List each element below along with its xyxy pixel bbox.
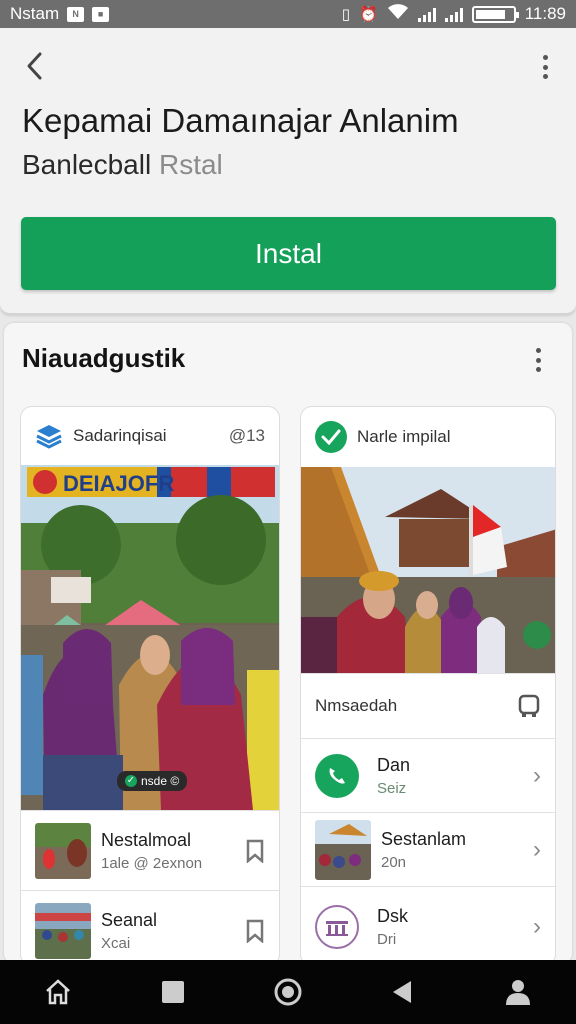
thumbnail-3 [315,819,371,880]
right-list-item-2[interactable]: Sestanlam 20n › [301,812,555,886]
app-header-card: Kepamai Damaınajar Anlanim Banlecball Rs… [0,28,576,314]
right-list-item-1[interactable]: Dan Seiz › [301,738,555,812]
list-item-title: Dsk [377,906,408,926]
carrier-name: Nstam [10,4,60,23]
right-card-header: Narle impilal [301,407,555,467]
right-card[interactable]: Narle impilal Nmsaedah Dan Seiz › Sestan… [300,406,556,966]
list-item-subtitle: Xcai [101,934,131,952]
phone-icon [315,753,359,798]
list-item-subtitle: 20n [381,853,407,871]
app-category: Rstal [158,149,223,180]
navigation-bar [0,960,576,1024]
photo-badge-label: nsde © [141,774,180,788]
list-item-subtitle: 1ale @ 2exnon [101,854,203,872]
layers-icon [36,425,62,449]
section-more-icon[interactable] [531,345,545,375]
right-card-label: Narle impilal [357,427,451,446]
left-card-header: Sadarinqisai @13 [21,407,279,465]
app-title: Kepamai Damaınajar Anlanim [22,102,459,139]
bookmark-icon[interactable] [245,919,265,943]
left-list-item-1[interactable]: Nestalmoal 1ale @ 2exnon [21,810,279,890]
photo-badge: ✓ nsde © [117,771,188,791]
list-item-title: Seanal [101,909,158,930]
list-item-subtitle: Seiz [377,779,407,797]
home-icon[interactable] [38,972,78,1012]
bus-icon[interactable] [517,694,541,718]
event-photo-right-illustration [301,467,555,673]
event-photo-left[interactable]: DEIAJOFR ✓ nsde © [21,465,279,810]
app-developer: Banlecball [22,149,152,180]
signal-icon [417,7,436,22]
thumbnail-1 [35,822,91,879]
right-subheader-label: Nmsaedah [315,696,398,715]
left-card[interactable]: Sadarinqisai @13 DEIAJOFR ✓ nsde © Nesta… [20,406,280,966]
section-title: Niauadgustik [22,343,186,373]
list-item-title: Sestanlam [381,828,467,849]
banner-text: DEIAJOFR [63,471,174,496]
check-icon: ✓ [125,775,137,787]
alarm-icon: ⏰ [359,6,378,23]
wifi-icon [387,4,409,24]
chevron-left-icon [27,52,42,80]
chevron-right-icon: › [533,761,541,789]
list-item-title: Nestalmoal [101,829,192,850]
person-icon[interactable] [498,972,538,1012]
left-card-count: @13 [228,426,265,445]
event-photo-right[interactable] [301,467,555,673]
back-button[interactable] [22,50,50,82]
check-circle-icon [315,421,347,453]
install-button[interactable]: Instal [21,217,556,290]
more-options-icon[interactable] [538,52,552,82]
chevron-right-icon: › [533,835,541,863]
bookmark-icon[interactable] [245,839,265,863]
thumbnail-2 [35,902,91,959]
chevron-right-icon: › [533,913,541,940]
left-list-item-2[interactable]: Seanal Xcai [21,890,279,965]
right-list-item-3[interactable]: Dsk Dri › [301,886,555,965]
battery-icon [471,5,519,23]
content-panel: Niauadgustik Sadarinqisai @13 DEIAJOFR ✓… [4,323,572,966]
event-photo-illustration: DEIAJOFR [21,465,279,810]
left-card-label: Sadarinqisai [73,426,167,445]
signal-icon-2 [444,7,463,22]
list-item-subtitle: Dri [377,931,397,948]
home-circle-icon[interactable] [268,972,308,1012]
app-subtitle: Banlecball Rstal [22,149,223,181]
sim-icon: ▯ [341,6,351,23]
recents-square-icon[interactable] [153,972,193,1012]
list-item-title: Dan [377,754,411,775]
building-icon [315,905,359,949]
back-triangle-icon[interactable] [383,972,423,1012]
clock: 11:89 [524,4,566,23]
notification-icon: N [67,6,85,22]
right-subheader: Nmsaedah [301,673,555,738]
status-bar: Nstam N ■ ▯ ⏰ 11:89 [0,0,576,28]
notification-square-icon: ■ [92,6,110,22]
